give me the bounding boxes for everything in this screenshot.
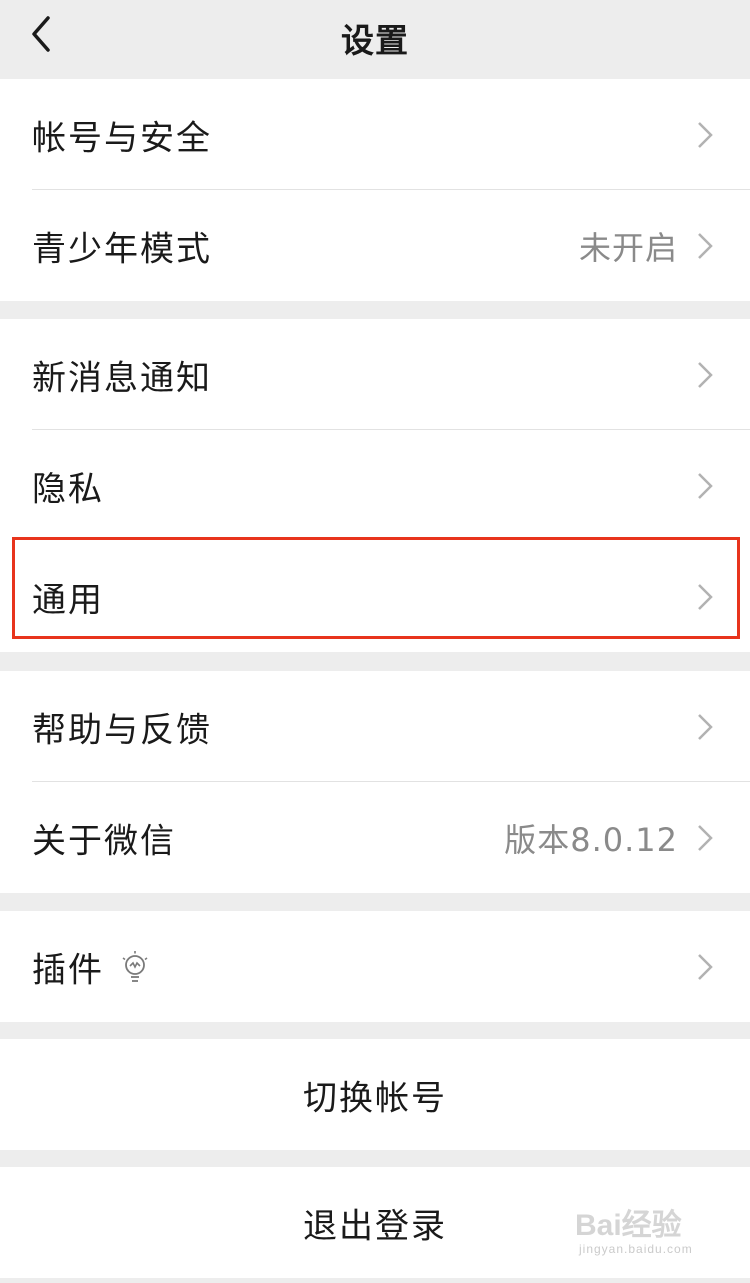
version-text: 版本8.0.12 [504, 820, 678, 859]
chevron-right-icon [698, 713, 713, 740]
settings-item-label: 隐私 [32, 469, 104, 509]
settings-group-3: 帮助与反馈 关于微信 版本8.0.12 [0, 671, 750, 893]
page-title: 设置 [341, 21, 409, 60]
navbar: 设置 [0, 0, 750, 70]
settings-group-2: 新消息通知 隐私 通用 [0, 319, 750, 652]
settings-item-label: 新消息通知 [32, 358, 212, 398]
settings-item-label: 帮助与反馈 [32, 710, 212, 750]
chevron-right-icon [698, 361, 713, 388]
settings-item-label: 帐号与安全 [32, 118, 212, 158]
lightbulb-icon [122, 950, 148, 982]
settings-item-plugins[interactable]: 插件 [0, 911, 750, 1022]
logout-button[interactable]: 退出登录 [0, 1167, 750, 1278]
settings-item-label: 插件 [32, 950, 104, 990]
settings-group-4: 插件 [0, 911, 750, 1022]
switch-account-button[interactable]: 切换帐号 [0, 1039, 750, 1150]
chevron-right-icon [698, 232, 713, 259]
settings-item-account-security[interactable]: 帐号与安全 [0, 79, 750, 190]
settings-item-label: 通用 [32, 580, 104, 620]
chevron-right-icon [698, 472, 713, 499]
settings-item-about-wechat[interactable]: 关于微信 版本8.0.12 [0, 782, 750, 893]
settings-item-help-feedback[interactable]: 帮助与反馈 [0, 671, 750, 782]
settings-item-general[interactable]: 通用 [0, 541, 750, 652]
settings-item-privacy[interactable]: 隐私 [0, 430, 750, 541]
settings-item-new-message-notification[interactable]: 新消息通知 [0, 319, 750, 430]
settings-item-teen-mode[interactable]: 青少年模式 未开启 [0, 190, 750, 301]
settings-item-label: 关于微信 [32, 821, 176, 861]
teen-mode-status: 未开启 [578, 228, 678, 267]
chevron-right-icon [698, 121, 713, 148]
chevron-right-icon [698, 824, 713, 851]
logout-label: 退出登录 [303, 1206, 447, 1246]
settings-item-label: 青少年模式 [32, 229, 212, 269]
settings-group-1: 帐号与安全 青少年模式 未开启 [0, 79, 750, 301]
chevron-right-icon [698, 953, 713, 980]
chevron-right-icon [698, 583, 713, 610]
switch-account-label: 切换帐号 [303, 1078, 447, 1118]
